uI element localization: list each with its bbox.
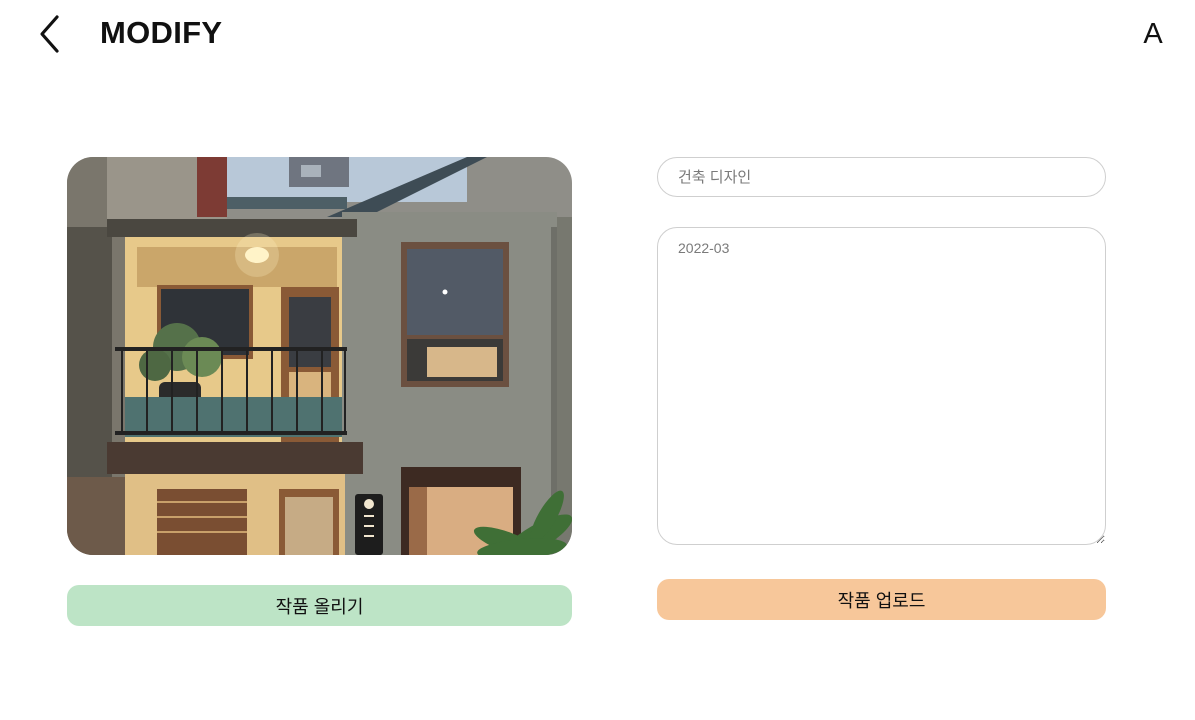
artwork-image[interactable]: [67, 157, 572, 555]
post-artwork-button[interactable]: 작품 올리기: [67, 585, 572, 626]
title-input[interactable]: [657, 157, 1106, 197]
chevron-left-icon: [40, 15, 59, 53]
back-button[interactable]: [32, 12, 66, 56]
modify-page: MODIFY A 작품 올리기 건축 디자인 2022-03 작품 업로드: [0, 0, 1195, 720]
page-title: MODIFY: [100, 15, 223, 50]
description-textarea[interactable]: [657, 227, 1106, 545]
upload-artwork-button[interactable]: 작품 업로드: [657, 579, 1106, 620]
avatar[interactable]: A: [1133, 14, 1173, 54]
